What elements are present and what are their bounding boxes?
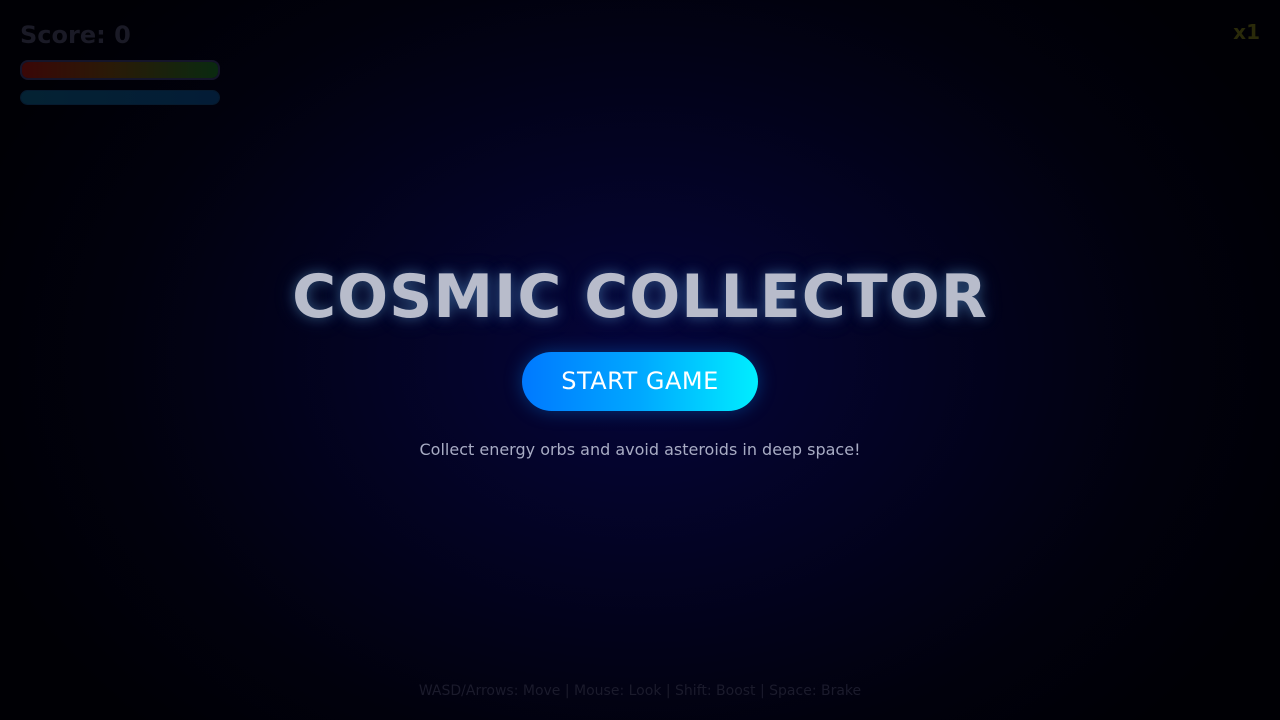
game-title: COSMIC COLLECTOR — [292, 262, 988, 332]
controls-hint: WASD/Arrows: Move | Mouse: Look | Shift:… — [418, 683, 862, 699]
game-scene[interactable]: Score: 0 x1 COSMIC COLLECTOR START GAME … — [0, 0, 1280, 720]
start-menu: COSMIC COLLECTOR START GAME Collect ener… — [0, 0, 1280, 720]
start-game-button[interactable]: START GAME — [522, 352, 758, 411]
game-tagline: Collect energy orbs and avoid asteroids … — [419, 440, 861, 459]
